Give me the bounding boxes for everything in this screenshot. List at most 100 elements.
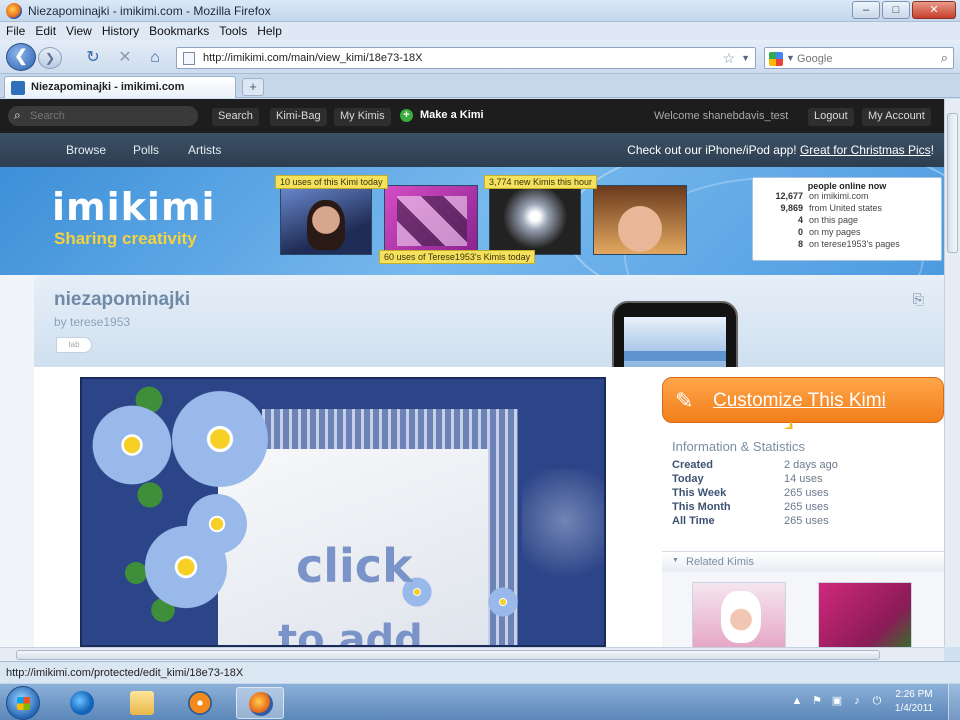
kimi-author[interactable]: by terese1953 bbox=[54, 315, 130, 329]
vertical-scrollbar[interactable] bbox=[944, 99, 960, 647]
info-row: This Month 265 uses bbox=[672, 501, 829, 513]
kimi-bag-link[interactable]: Kimi-Bag bbox=[270, 108, 327, 126]
make-kimi-button[interactable]: + Make a Kimi bbox=[398, 107, 490, 125]
menu-tools[interactable]: Tools bbox=[219, 22, 247, 40]
flower-decoration bbox=[164, 383, 276, 495]
site-banner: imikimi Sharing creativity 10 uses of th… bbox=[0, 167, 944, 275]
clock-time: 2:26 PM bbox=[895, 689, 933, 700]
stat-ribbon: 3,774 new Kimis this hour bbox=[484, 175, 598, 189]
site-search[interactable]: ⌕ bbox=[8, 106, 198, 126]
chevron-down-icon[interactable]: ▼ bbox=[786, 53, 795, 63]
url-text[interactable]: http://imikimi.com/main/view_kimi/18e73-… bbox=[203, 52, 422, 64]
featured-kimi-thumb[interactable] bbox=[593, 185, 687, 255]
customize-kimi-button[interactable]: ✎ Customize This Kimi bbox=[662, 377, 944, 423]
kimi-main-area: click to add ✎ Customize This Kimi ☝ Inf… bbox=[34, 367, 944, 647]
site-topbar: ⌕ Search Kimi-Bag My Kimis + Make a Kimi… bbox=[0, 99, 944, 133]
clock[interactable]: 2:26 PM 1/4/2011 bbox=[886, 688, 942, 716]
new-tab-button[interactable]: + bbox=[242, 78, 264, 96]
action-center-icon[interactable]: ⚑ bbox=[810, 694, 824, 708]
taskbar-ie[interactable] bbox=[58, 687, 106, 719]
featured-kimi-thumb[interactable] bbox=[489, 185, 581, 255]
welcome-text: Welcome shanebdavis_test bbox=[654, 110, 789, 122]
bookmark-star-icon[interactable]: ☆ bbox=[722, 50, 735, 67]
horizontal-scrollbar[interactable] bbox=[0, 647, 944, 661]
info-statistics-panel: Information & Statistics Created 2 days a… bbox=[662, 429, 944, 547]
click-to-add-text: click bbox=[296, 539, 413, 593]
info-row: Created 2 days ago bbox=[672, 459, 838, 471]
page-viewport: ⌕ Search Kimi-Bag My Kimis + Make a Kimi… bbox=[0, 99, 944, 647]
imikimi-logo[interactable]: imikimi bbox=[52, 185, 216, 229]
chevron-down-icon[interactable]: ▼ bbox=[741, 53, 750, 63]
browser-search[interactable]: ▼ ⌕ bbox=[764, 47, 954, 69]
scrollbar-thumb[interactable] bbox=[16, 650, 880, 660]
menu-view[interactable]: View bbox=[66, 22, 92, 40]
network-icon[interactable]: ▣ bbox=[830, 694, 844, 708]
firefox-icon bbox=[6, 3, 22, 19]
power-icon[interactable]: ⏻ bbox=[870, 694, 884, 708]
show-desktop-button[interactable] bbox=[948, 684, 960, 720]
menu-history[interactable]: History bbox=[102, 22, 139, 40]
show-hidden-icons-icon[interactable]: ▲ bbox=[790, 694, 804, 708]
reload-icon[interactable]: ↻ bbox=[84, 49, 102, 67]
nav-browse[interactable]: Browse bbox=[66, 143, 106, 157]
click-to-add-text: to add bbox=[278, 617, 423, 647]
internet-explorer-icon bbox=[70, 691, 94, 715]
featured-kimi-thumb[interactable] bbox=[384, 185, 478, 255]
customize-kimi-label: Customize This Kimi bbox=[713, 390, 886, 411]
tab-label: Niezapominajki - imikimi.com bbox=[31, 81, 185, 93]
close-button[interactable]: ✕ bbox=[912, 1, 956, 19]
flower-decoration bbox=[486, 585, 520, 619]
scrollbar-thumb[interactable] bbox=[947, 113, 958, 253]
stop-icon[interactable]: ✕ bbox=[116, 49, 134, 67]
my-kimis-link[interactable]: My Kimis bbox=[334, 108, 391, 126]
nav-artists[interactable]: Artists bbox=[188, 143, 221, 157]
windows-taskbar: ▲ ⚑ ▣ ♪ ⏻ 2:26 PM 1/4/2011 bbox=[0, 683, 960, 720]
stat-ribbon: 10 uses of this Kimi today bbox=[275, 175, 388, 189]
kimi-canvas[interactable]: click to add bbox=[80, 377, 606, 647]
page-icon bbox=[183, 52, 195, 65]
forward-button[interactable]: ❯ bbox=[38, 47, 62, 69]
related-kimis-panel: Related Kimis bbox=[662, 551, 944, 647]
search-icon[interactable]: ⌕ bbox=[941, 50, 948, 66]
taskbar-firefox[interactable] bbox=[236, 687, 284, 719]
address-bar[interactable]: http://imikimi.com/main/view_kimi/18e73-… bbox=[176, 47, 756, 69]
menu-edit[interactable]: Edit bbox=[35, 22, 56, 40]
browser-search-input[interactable] bbox=[797, 51, 927, 66]
start-button[interactable] bbox=[6, 686, 40, 720]
related-kimi-thumb[interactable] bbox=[818, 582, 912, 647]
my-account-link[interactable]: My Account bbox=[862, 108, 931, 126]
kimi-title: niezapominajki bbox=[54, 289, 191, 310]
christmas-pics-link[interactable]: Great for Christmas Pics bbox=[800, 143, 931, 157]
share-icon[interactable]: ⎘ bbox=[913, 291, 924, 308]
taskbar-explorer[interactable] bbox=[118, 687, 166, 719]
status-url: http://imikimi.com/protected/edit_kimi/1… bbox=[6, 667, 244, 679]
plus-icon: + bbox=[400, 109, 413, 122]
kimi-tag[interactable]: tab bbox=[56, 337, 92, 353]
minimize-button[interactable]: – bbox=[852, 1, 880, 19]
faded-flower-decoration bbox=[522, 469, 604, 599]
logout-link[interactable]: Logout bbox=[808, 108, 854, 126]
site-search-input[interactable] bbox=[30, 109, 190, 123]
back-button[interactable]: ❮ bbox=[6, 43, 36, 71]
menu-bookmarks[interactable]: Bookmarks bbox=[149, 22, 209, 40]
nav-polls[interactable]: Polls bbox=[133, 143, 159, 157]
taskbar-media-player[interactable] bbox=[176, 687, 224, 719]
firefox-icon bbox=[249, 692, 273, 716]
tab-imikimi[interactable]: Niezapominajki - imikimi.com bbox=[4, 76, 236, 98]
media-player-icon bbox=[188, 691, 212, 715]
volume-icon[interactable]: ♪ bbox=[850, 694, 864, 708]
menu-help[interactable]: Help bbox=[257, 22, 282, 40]
site-nav: Browse Polls Artists Check out our iPhon… bbox=[0, 133, 944, 167]
related-kimis-heading[interactable]: Related Kimis bbox=[662, 552, 944, 572]
google-icon[interactable] bbox=[769, 52, 783, 66]
related-kimi-thumb[interactable] bbox=[692, 582, 786, 647]
menu-file[interactable]: File bbox=[6, 22, 25, 40]
kimi-header: niezapominajki by terese1953 tab ⎘ bbox=[34, 275, 944, 381]
site-search-button[interactable]: Search bbox=[212, 108, 259, 126]
featured-kimi-thumb[interactable] bbox=[280, 185, 372, 255]
home-icon[interactable]: ⌂ bbox=[146, 49, 164, 67]
logo-tagline: Sharing creativity bbox=[54, 229, 197, 248]
flower-decoration bbox=[182, 489, 252, 559]
maximize-button[interactable]: □ bbox=[882, 1, 910, 19]
online-row: 12,677 on imikimi.com bbox=[775, 191, 869, 201]
